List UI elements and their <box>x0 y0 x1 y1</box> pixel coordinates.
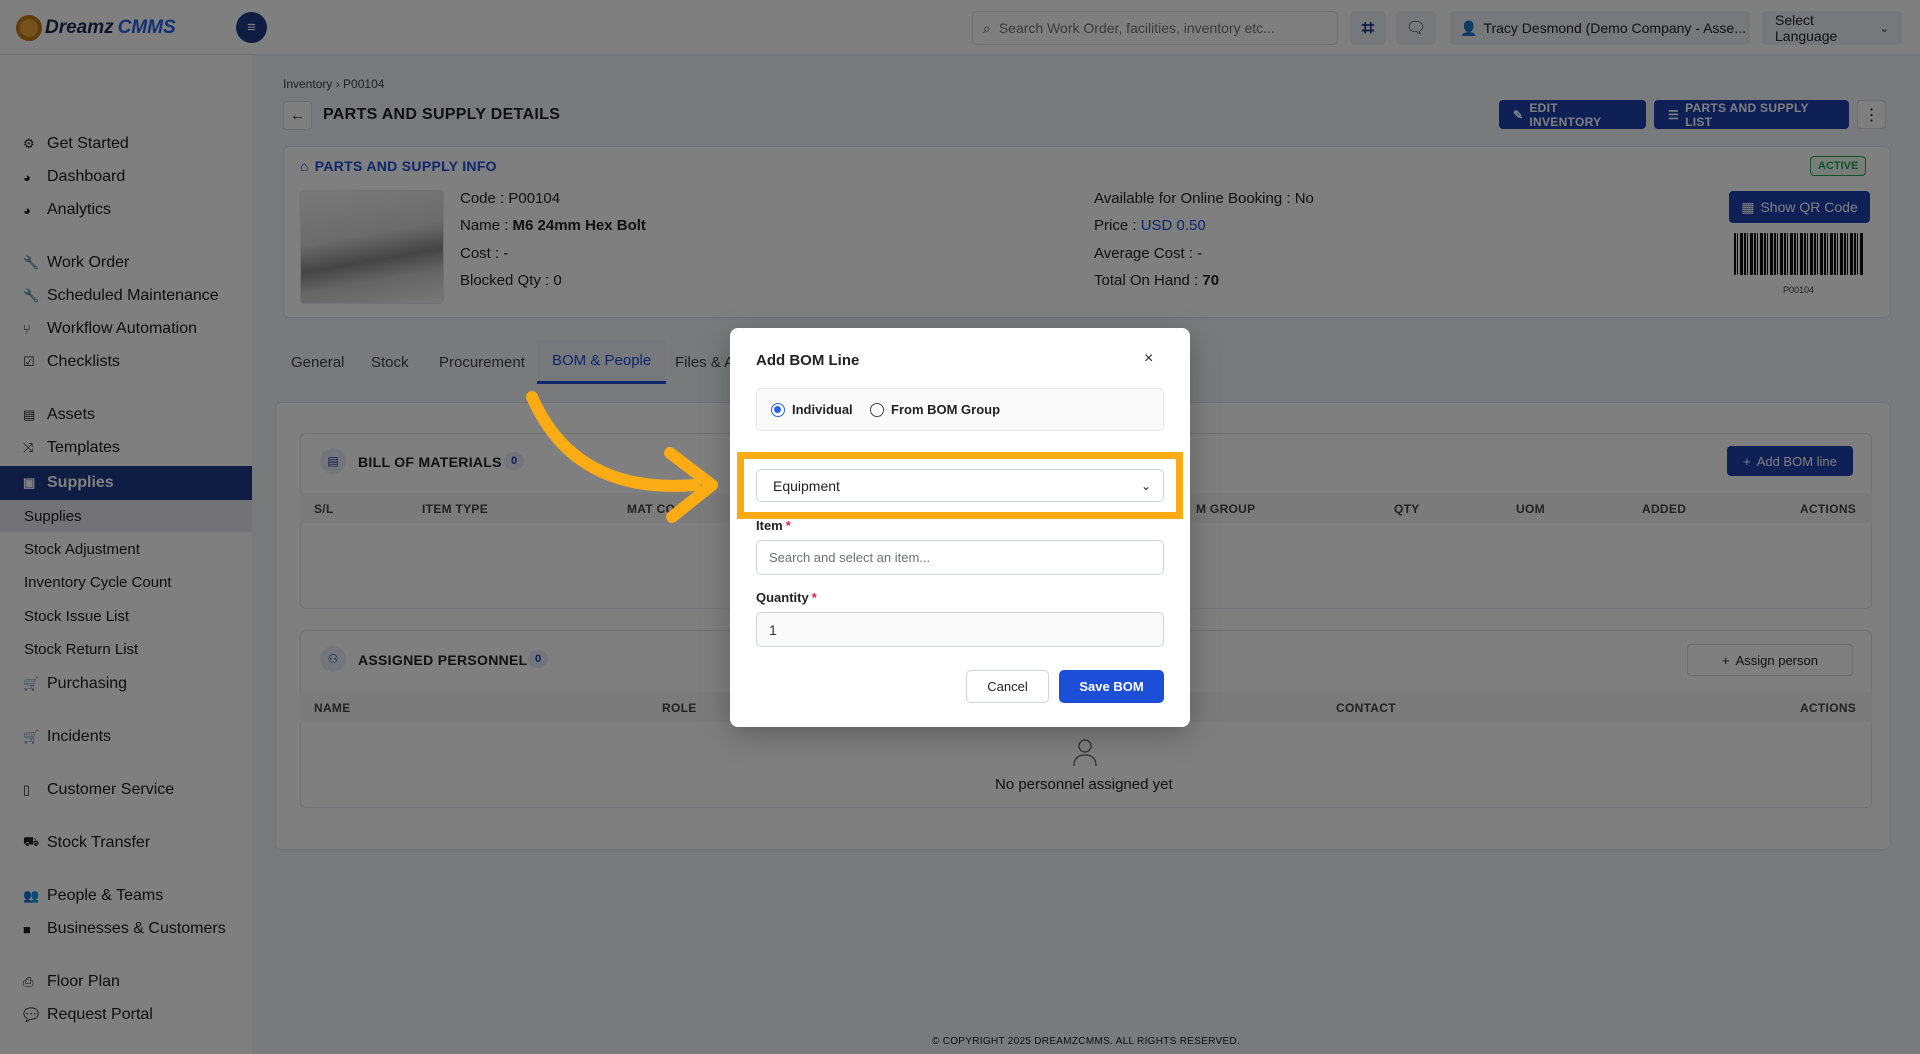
cancel-button[interactable]: Cancel <box>966 670 1049 703</box>
highlight-box <box>737 452 1183 519</box>
add-bom-line-dialog: Add BOM Line × Individual From BOM Group… <box>730 328 1190 727</box>
quantity-input[interactable]: 1 <box>756 612 1164 647</box>
save-bom-button[interactable]: Save BOM <box>1059 670 1164 703</box>
radio-individual-label: Individual <box>792 402 853 417</box>
source-radio-group: Individual From BOM Group <box>756 388 1164 431</box>
required-marker: * <box>785 518 791 533</box>
required-marker: * <box>811 590 817 605</box>
item-search-input[interactable]: Search and select an item... <box>756 540 1164 575</box>
radio-checked-icon <box>771 402 785 417</box>
dialog-title: Add BOM Line <box>756 352 860 369</box>
annotation-arrow-icon <box>526 391 718 523</box>
quantity-label: Quantity * <box>756 590 817 605</box>
item-label: Item * <box>756 518 791 533</box>
radio-unchecked-icon <box>870 402 884 417</box>
quantity-label-text: Quantity <box>756 590 809 605</box>
radio-individual[interactable]: Individual <box>771 402 853 417</box>
radio-from-bom-group-label: From BOM Group <box>891 402 1001 417</box>
radio-from-bom-group[interactable]: From BOM Group <box>870 402 1000 417</box>
close-icon[interactable]: × <box>1144 350 1153 368</box>
item-label-text: Item <box>756 518 783 533</box>
